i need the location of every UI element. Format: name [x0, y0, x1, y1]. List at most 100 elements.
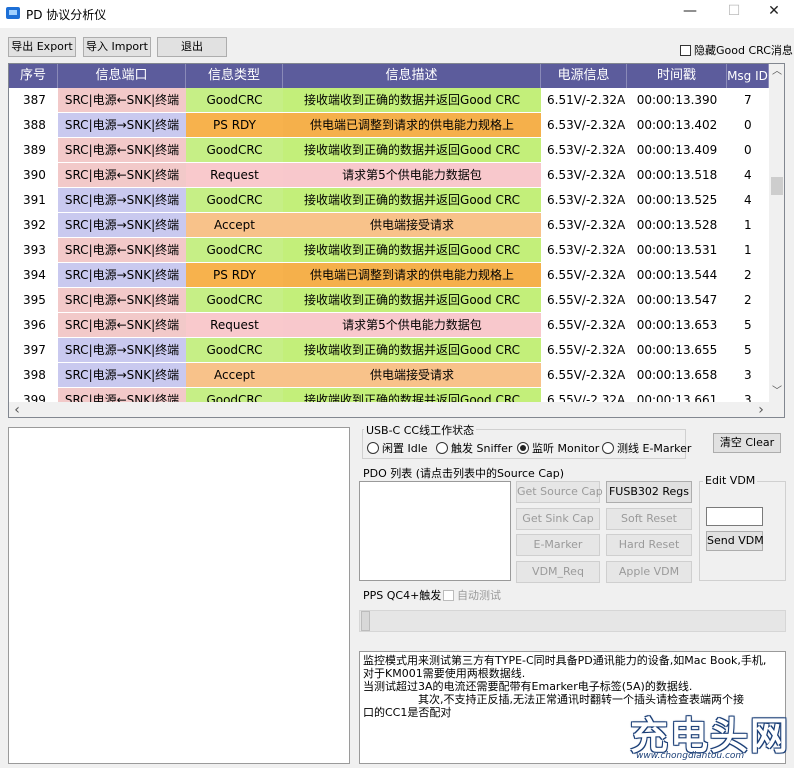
table-row[interactable]: 389 SRC|电源←SNK|终端 GoodCRC 接收端收到正确的数据并返回Good… — [9, 138, 769, 163]
cell-seq: 388 — [9, 113, 58, 138]
cell-msgid: 2 — [727, 263, 769, 288]
export-button[interactable]: 导出 Export — [8, 37, 76, 57]
header-seq[interactable]: 序号 — [9, 64, 58, 88]
get-sink-cap-button[interactable]: Get Sink Cap — [516, 508, 600, 530]
vdm-input[interactable] — [706, 507, 763, 526]
cell-msgid: 5 — [727, 338, 769, 363]
cell-desc: 供电端接受请求 — [283, 363, 541, 388]
close-button[interactable]: ✕ — [752, 0, 794, 22]
horizontal-scrollbar[interactable]: ‹ › — [9, 402, 769, 417]
cell-power: 6.55V/-2.32A — [541, 313, 627, 338]
scroll-thumb[interactable] — [771, 177, 783, 195]
maximize-button[interactable]: ☐ — [712, 0, 756, 22]
header-time[interactable]: 时间戳 — [627, 64, 727, 88]
log-panel[interactable] — [8, 427, 350, 764]
header-port[interactable]: 信息端口 — [58, 64, 186, 88]
checkbox-box[interactable] — [680, 45, 691, 56]
table-row[interactable]: 395 SRC|电源←SNK|终端 GoodCRC 接收端收到正确的数据并返回Good… — [9, 288, 769, 313]
info-line: 当测试超过3A的电流还需要配带有Emarker电子标签(5A)的数据线. — [363, 680, 693, 693]
soft-reset-button[interactable]: Soft Reset — [606, 508, 692, 530]
radio-circle-selected[interactable] — [517, 442, 529, 454]
cell-power: 6.55V/-2.32A — [541, 388, 627, 402]
cell-port: SRC|电源←SNK|终端 — [58, 138, 186, 163]
cell-msgid: 2 — [727, 288, 769, 313]
cell-port: SRC|电源→SNK|终端 — [58, 263, 186, 288]
header-power[interactable]: 电源信息 — [541, 64, 627, 88]
radio-idle[interactable]: 闲置 Idle — [367, 440, 428, 456]
get-source-cap-button[interactable]: Get Source Cap — [516, 481, 603, 503]
scroll-corner — [769, 402, 784, 417]
radio-circle[interactable] — [367, 442, 379, 454]
send-vdm-button[interactable]: Send VDM — [706, 531, 764, 551]
scroll-left-icon[interactable]: ‹ — [9, 402, 25, 417]
pps-slider[interactable] — [359, 610, 786, 632]
cell-power: 6.53V/-2.32A — [541, 213, 627, 238]
cell-port: SRC|电源←SNK|终端 — [58, 88, 186, 113]
cell-time: 00:00:13.390 — [627, 88, 727, 113]
radio-circle[interactable] — [436, 442, 448, 454]
table-row[interactable]: 397 SRC|电源→SNK|终端 GoodCRC 接收端收到正确的数据并返回Good… — [9, 338, 769, 363]
header-desc[interactable]: 信息描述 — [283, 64, 541, 88]
cell-type: GoodCRC — [186, 138, 283, 163]
pps-slider-handle[interactable] — [361, 611, 370, 631]
vertical-scrollbar[interactable]: ︿ ﹀ — [769, 64, 784, 402]
cell-port: SRC|电源→SNK|终端 — [58, 113, 186, 138]
clear-button[interactable]: 清空 Clear — [713, 433, 781, 453]
radio-monitor[interactable]: 监听 Monitor — [517, 440, 599, 456]
scroll-up-icon[interactable]: ︿ — [769, 64, 784, 80]
table-row[interactable]: 390 SRC|电源←SNK|终端 Request 请求第5个供电能力数据包 6.53V… — [9, 163, 769, 188]
cell-type: GoodCRC — [186, 188, 283, 213]
scroll-down-icon[interactable]: ﹀ — [769, 384, 784, 400]
cell-type: Accept — [186, 363, 283, 388]
cell-port: SRC|电源→SNK|终端 — [58, 213, 186, 238]
table-row[interactable]: 391 SRC|电源→SNK|终端 GoodCRC 接收端收到正确的数据并返回Good… — [9, 188, 769, 213]
cell-power: 6.55V/-2.32A — [541, 263, 627, 288]
header-msgid[interactable]: Msg ID — [727, 64, 769, 88]
import-button[interactable]: 导入 Import — [83, 37, 151, 57]
title-bar: PD 协议分析仪 — ☐ ✕ — [0, 0, 794, 28]
hard-reset-button[interactable]: Hard Reset — [606, 534, 692, 556]
cell-power: 6.55V/-2.32A — [541, 363, 627, 388]
cell-type: GoodCRC — [186, 388, 283, 402]
apple-vdm-button[interactable]: Apple VDM — [606, 561, 692, 583]
radio-circle[interactable] — [602, 442, 614, 454]
auto-test-checkbox[interactable]: 自动测试 — [443, 587, 501, 603]
cell-power: 6.51V/-2.32A — [541, 88, 627, 113]
edit-vdm-title: Edit VDM — [703, 474, 758, 487]
radio-sniffer[interactable]: 触发 Sniffer — [436, 440, 512, 456]
table-row[interactable]: 396 SRC|电源←SNK|终端 Request 请求第5个供电能力数据包 6.55V… — [9, 313, 769, 338]
cell-port: SRC|电源←SNK|终端 — [58, 163, 186, 188]
cell-power: 6.53V/-2.32A — [541, 113, 627, 138]
checkbox-box[interactable] — [443, 590, 454, 601]
scroll-right-icon[interactable]: › — [753, 402, 769, 417]
table-row[interactable]: 393 SRC|电源←SNK|终端 GoodCRC 接收端收到正确的数据并返回Good… — [9, 238, 769, 263]
cell-type: PS RDY — [186, 263, 283, 288]
table-row[interactable]: 398 SRC|电源→SNK|终端 Accept 供电端接受请求 6.55V/-2.32… — [9, 363, 769, 388]
cell-time: 00:00:13.544 — [627, 263, 727, 288]
pdo-list[interactable] — [359, 481, 511, 581]
table-row[interactable]: 392 SRC|电源→SNK|终端 Accept 供电端接受请求 6.53V/-2.32… — [9, 213, 769, 238]
cell-time: 00:00:13.653 — [627, 313, 727, 338]
cc-state-title: USB-C CC线工作状态 — [364, 422, 477, 438]
cell-desc: 请求第5个供电能力数据包 — [283, 313, 541, 338]
emarker-button[interactable]: E-Marker — [516, 534, 600, 556]
cell-time: 00:00:13.655 — [627, 338, 727, 363]
minimize-button[interactable]: — — [668, 0, 712, 22]
cell-msgid: 3 — [727, 363, 769, 388]
table-row[interactable]: 399 SRC|电源←SNK|终端 GoodCRC 接收端收到正确的数据并返回Good… — [9, 388, 769, 402]
header-type[interactable]: 信息类型 — [186, 64, 283, 88]
cell-time: 00:00:13.518 — [627, 163, 727, 188]
radio-emarker[interactable]: 测线 E-Marker — [602, 440, 691, 456]
cell-desc: 接收端收到正确的数据并返回Good CRC — [283, 188, 541, 213]
table-row[interactable]: 387 SRC|电源←SNK|终端 GoodCRC 接收端收到正确的数据并返回Good… — [9, 88, 769, 113]
hide-goodcrc-checkbox[interactable]: 隐藏Good CRC消息 — [680, 42, 793, 58]
table-row[interactable]: 394 SRC|电源→SNK|终端 PS RDY 供电端已调整到请求的供电能力规格上 6… — [9, 263, 769, 288]
cell-desc: 接收端收到正确的数据并返回Good CRC — [283, 288, 541, 313]
exit-button[interactable]: 退出 — [157, 37, 227, 57]
cell-desc: 供电端已调整到请求的供电能力规格上 — [283, 263, 541, 288]
cell-msgid: 1 — [727, 213, 769, 238]
vdm-req-button[interactable]: VDM_Req — [516, 561, 600, 583]
table-row[interactable]: 388 SRC|电源→SNK|终端 PS RDY 供电端已调整到请求的供电能力规格上 6… — [9, 113, 769, 138]
fusb302-regs-button[interactable]: FUSB302 Regs — [606, 481, 692, 503]
radio-emarker-label: 测线 E-Marker — [617, 442, 692, 455]
